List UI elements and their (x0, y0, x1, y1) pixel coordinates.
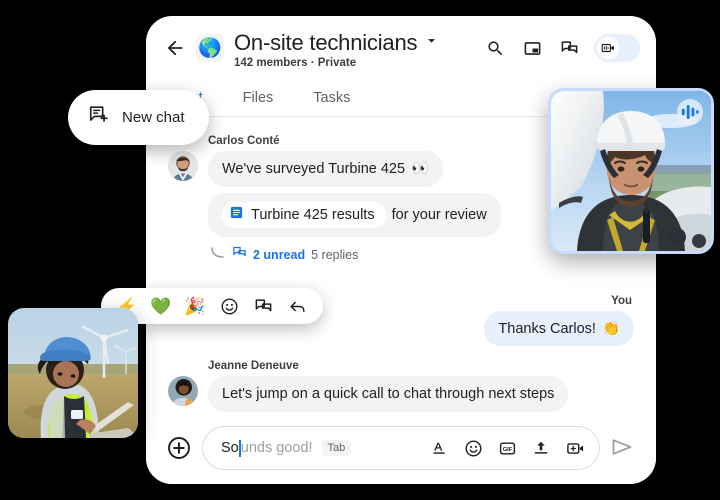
svg-text:GIF: GIF (502, 446, 512, 452)
video-call-icon[interactable] (594, 34, 640, 62)
plus-circle-icon[interactable] (166, 435, 192, 461)
unread-count[interactable]: 2 unread (253, 248, 305, 262)
message-bubble-with-link[interactable]: Turbine 425 results for your review (208, 193, 501, 238)
emoji-icon[interactable] (463, 438, 483, 458)
message-bubble-own[interactable]: Thanks Carlos! 👏 (484, 311, 634, 347)
doc-link-chip[interactable]: Turbine 425 results (222, 202, 386, 229)
tab-hint-chip: Tab (321, 440, 352, 456)
upload-icon[interactable] (531, 438, 551, 458)
screen: 🌎 On-site technicians 142 members · Priv… (0, 0, 720, 500)
search-icon[interactable] (483, 36, 507, 60)
message-input[interactable]: So unds good! Tab GIF (202, 426, 600, 470)
add-video-icon[interactable] (565, 438, 585, 458)
gif-icon[interactable]: GIF (497, 438, 517, 458)
room-avatar-icon: 🌎 (196, 34, 224, 62)
input-text-content: So unds good! Tab (221, 439, 352, 457)
message-text: Let's jump on a quick call to chat throu… (222, 386, 555, 403)
tab-tasks[interactable]: Tasks (313, 84, 350, 116)
message-bubble[interactable]: We've surveyed Turbine 425 👀 (208, 151, 444, 188)
message-text: Thanks Carlos! (498, 320, 596, 337)
doc-link-label: Turbine 425 results (251, 207, 375, 224)
reply-arrow-icon[interactable] (287, 296, 307, 316)
message-body: Jeanne Deneuve Let's jump on a quick cal… (208, 360, 634, 413)
room-meta: On-site technicians 142 members · Privat… (234, 30, 483, 69)
header-actions (483, 34, 640, 62)
message-composer: So unds good! Tab GIF (146, 412, 656, 484)
message-item: Jeanne Deneuve Let's jump on a quick cal… (168, 360, 634, 413)
new-chat-icon (88, 104, 110, 131)
composer-icons: GIF (429, 438, 585, 458)
room-header: 🌎 On-site technicians 142 members · Priv… (146, 16, 656, 84)
threads-icon[interactable] (557, 36, 581, 60)
globe-icon: 🌎 (198, 37, 222, 59)
picture-in-picture-icon[interactable] (520, 36, 544, 60)
page-title: On-site technicians (234, 30, 418, 55)
clap-emoji: 👏 (601, 321, 620, 338)
new-chat-button[interactable]: New chat (68, 90, 209, 145)
reply-count: 5 replies (311, 248, 359, 263)
message-bubble[interactable]: Let's jump on a quick call to chat throu… (208, 376, 569, 413)
tab-files[interactable]: Files (243, 84, 274, 116)
video-tile-technician-turbine[interactable] (548, 88, 714, 254)
thread-curve-icon (210, 246, 226, 265)
suggestion-text: unds good! (240, 440, 313, 456)
message-sender: Jeanne Deneuve (208, 360, 299, 373)
format-text-icon[interactable] (429, 438, 449, 458)
message-text: We've surveyed Turbine 425 (222, 161, 406, 177)
avatar-jeanne[interactable] (168, 376, 198, 407)
add-reaction-icon[interactable] (219, 296, 239, 316)
new-chat-label: New chat (122, 109, 185, 126)
avatar-carlos[interactable] (168, 151, 198, 181)
eyes-emoji: 👀 (411, 161, 430, 177)
chevron-down-icon[interactable] (423, 32, 440, 54)
message-text-tail: for your review (391, 207, 487, 224)
typed-text: So (221, 440, 239, 456)
reply-in-thread-icon[interactable] (253, 296, 273, 316)
thread-reply-icon (232, 245, 247, 265)
video-tile-technician-laptop[interactable] (8, 308, 138, 438)
google-docs-icon (229, 205, 244, 225)
reaction-party-popper[interactable]: 🎉 (184, 296, 205, 316)
send-icon[interactable] (610, 435, 636, 461)
room-subtitle: 142 members · Private (234, 57, 357, 69)
audio-waveform-icon (677, 99, 703, 125)
reaction-green-heart[interactable]: 💚 (150, 296, 171, 316)
back-button[interactable] (162, 33, 188, 63)
